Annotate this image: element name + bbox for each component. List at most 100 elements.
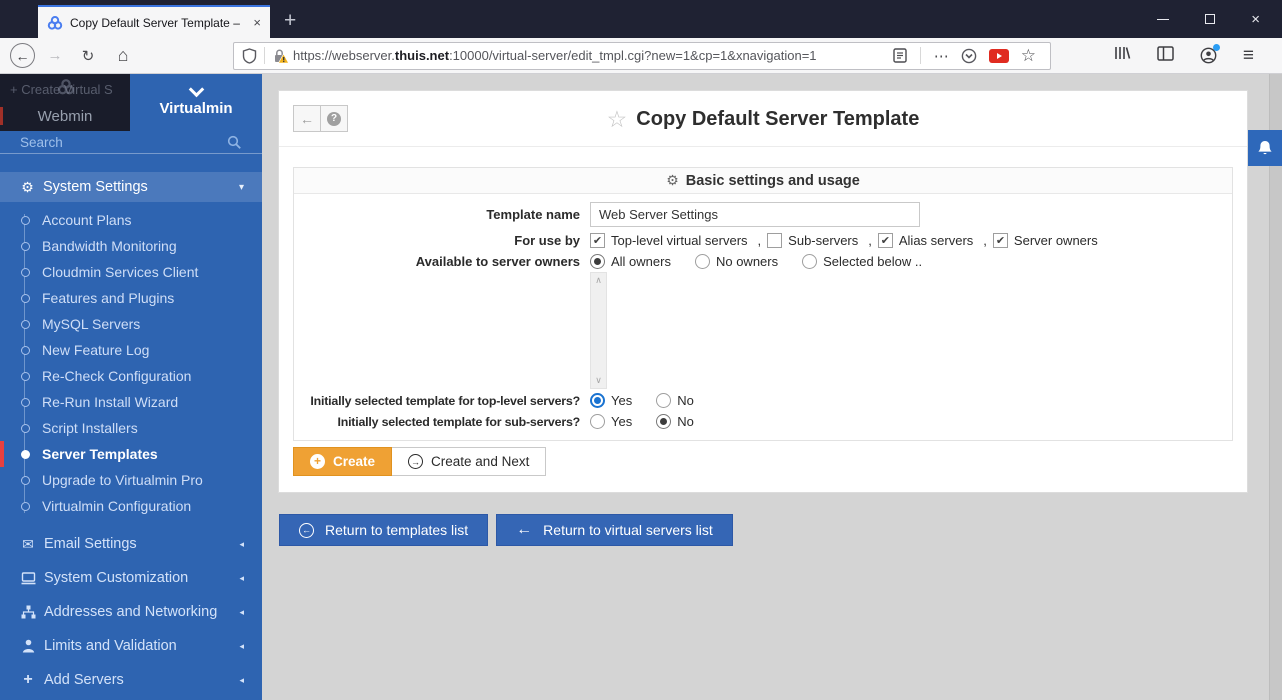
for-use-by-label: For use by — [514, 233, 580, 248]
browser-toolbar: ← → ↻ ⌂ https://webserver.thuis.net:1000… — [0, 38, 1282, 74]
sidebar-item-recheck-configuration[interactable]: Re-Check Configuration — [0, 363, 262, 389]
browser-tab[interactable]: Copy Default Server Template – × — [38, 5, 270, 38]
checkbox-top-level-virtual-servers[interactable]: ✔ Top-level virtual servers — [590, 233, 748, 248]
account-icon[interactable] — [1200, 44, 1220, 64]
checkbox-server-owners[interactable]: ✔ Server owners — [992, 233, 1098, 248]
reader-view-icon[interactable] — [893, 48, 907, 63]
sidebar-item-bandwidth-monitoring[interactable]: Bandwidth Monitoring — [0, 233, 262, 259]
new-tab-button[interactable]: + — [284, 10, 296, 31]
return-to-templates-button[interactable]: ← Return to templates list — [279, 514, 489, 546]
home-button[interactable]: ⌂ — [109, 45, 137, 66]
basic-settings-section: ⚙ Basic settings and usage Template name… — [293, 167, 1233, 441]
section-label: System Settings — [43, 179, 148, 195]
forward-button[interactable]: → — [43, 47, 67, 64]
sidebar-item-mysql-servers[interactable]: MySQL Servers — [0, 311, 262, 337]
sidebar-item-server-templates[interactable]: Server Templates — [0, 441, 262, 467]
favorite-star-icon[interactable]: ☆ — [607, 106, 628, 133]
scroll-down-icon[interactable]: ∨ — [595, 376, 602, 385]
radio-top-level-no[interactable]: No — [656, 393, 694, 408]
template-name-input[interactable] — [590, 201, 920, 227]
for-use-by-row: For use by ✔ Top-level virtual servers , … — [294, 230, 1232, 251]
sidebar-item-email-settings[interactable]: ✉ Email Settings ◂ — [0, 527, 262, 561]
tab-close-icon[interactable]: × — [253, 15, 261, 30]
sidebar-item-cloudmin-services-client[interactable]: Cloudmin Services Client — [0, 259, 262, 285]
sidebar-search[interactable]: Search — [0, 131, 262, 154]
item-label: Bandwidth Monitoring — [42, 238, 177, 254]
page-title-text: Copy Default Server Template — [636, 107, 920, 130]
sidebar-item-add-servers[interactable]: + Add Servers ◂ — [0, 663, 262, 697]
url-bar[interactable]: https://webserver.thuis.net:10000/virtua… — [233, 41, 1051, 70]
owners-listbox-scrollbar[interactable]: ∧ ∨ — [590, 272, 607, 389]
radio-sub-no[interactable]: No — [656, 414, 694, 429]
menu-icon[interactable]: ≡ — [1243, 45, 1254, 67]
close-button[interactable]: × — [1251, 12, 1260, 27]
back-page-button[interactable]: ← — [293, 105, 321, 132]
help-button[interactable]: ? — [320, 105, 348, 132]
return-to-virtual-servers-button[interactable]: ← Return to virtual servers list — [496, 514, 733, 546]
sidebar-item-rerun-install-wizard[interactable]: Re-Run Install Wizard — [0, 389, 262, 415]
create-next-button-label: Create and Next — [431, 454, 530, 469]
youtube-icon[interactable] — [988, 48, 1009, 63]
reload-button[interactable]: ↻ — [75, 47, 101, 65]
sidebar-item-account-plans[interactable]: Account Plans — [0, 207, 262, 233]
sidebar-item-script-installers[interactable]: Script Installers — [0, 415, 262, 441]
sidebar-item-virtualmin-configuration[interactable]: Virtualmin Configuration — [0, 493, 262, 519]
minimize-button[interactable] — [1157, 18, 1170, 20]
lock-warning-icon[interactable] — [272, 48, 289, 64]
initial-top-level-label: Initially selected template for top-leve… — [310, 393, 580, 408]
browser-window: Copy Default Server Template – × + × ← →… — [0, 0, 1282, 700]
sidebar-item-new-feature-log[interactable]: New Feature Log — [0, 337, 262, 363]
radio-top-level-yes[interactable]: Yes — [590, 393, 632, 408]
webmin-tab[interactable]: + Create Virtual S Webmin — [0, 74, 130, 131]
item-label: Virtualmin Configuration — [42, 498, 192, 514]
arrow-right-circle-icon: → — [408, 454, 424, 469]
item-label: Server Templates — [42, 446, 158, 462]
option-label: Alias servers — [898, 233, 974, 248]
urlbar-separator — [264, 47, 265, 64]
sidebar-item-upgrade-to-virtualmin-pro[interactable]: Upgrade to Virtualmin Pro — [0, 467, 262, 493]
radio-all-owners[interactable]: All owners — [590, 254, 671, 269]
sidebar-item-limits-and-validation[interactable]: Limits and Validation ◂ — [0, 629, 262, 663]
back-button[interactable]: ← — [10, 43, 35, 68]
initial-top-level-row: Initially selected template for top-leve… — [294, 390, 1232, 411]
library-icon[interactable] — [1113, 45, 1131, 66]
search-placeholder: Search — [20, 134, 63, 150]
virtualmin-tab-label: Virtualmin — [159, 100, 233, 117]
option-label: Top-level virtual servers — [611, 233, 748, 248]
virtualmin-tab[interactable]: Virtualmin — [130, 74, 262, 131]
caret-left-icon: ◂ — [239, 538, 244, 549]
item-label: Re-Run Install Wizard — [42, 394, 179, 410]
option-label: Sub-servers — [788, 233, 859, 248]
bookmark-star-icon[interactable]: ☆ — [1021, 46, 1036, 66]
radio-no-owners[interactable]: No owners — [694, 254, 778, 269]
create-and-next-button[interactable]: → Create and Next — [392, 447, 547, 476]
checkbox-sub-servers[interactable]: Sub-servers — [767, 233, 858, 248]
sidebar-item-system-settings[interactable]: ⚙ System Settings ▾ — [0, 172, 262, 202]
sidebar-item-features-and-plugins[interactable]: Features and Plugins — [0, 285, 262, 311]
checkbox-alias-servers[interactable]: ✔ Alias servers — [877, 233, 974, 248]
separator: , — [868, 233, 872, 248]
section-label: Limits and Validation — [44, 638, 177, 654]
maximize-button[interactable] — [1205, 14, 1216, 24]
section-label: Email Settings — [44, 536, 137, 552]
radio-selected-below[interactable]: Selected below .. — [802, 254, 922, 269]
user-icon — [20, 639, 36, 653]
option-label: All owners — [611, 254, 671, 269]
page-scrollbar[interactable] — [1269, 74, 1282, 700]
create-button[interactable]: + Create — [293, 447, 393, 476]
header-buttons: ← ? — [293, 105, 348, 132]
shield-icon[interactable] — [242, 47, 257, 64]
webmin-favicon-icon — [47, 15, 63, 30]
scroll-up-icon[interactable]: ∧ — [595, 276, 602, 285]
sidebar-item-system-customization[interactable]: System Customization ◂ — [0, 561, 262, 595]
notifications-tab[interactable] — [1248, 130, 1282, 166]
sidebar-item-addresses-and-networking[interactable]: Addresses and Networking ◂ — [0, 595, 262, 629]
page-actions-icon[interactable]: ⋯ — [934, 47, 949, 65]
caret-left-icon: ◂ — [239, 640, 244, 651]
create-button-label: Create — [333, 454, 376, 469]
system-settings-items: Account Plans Bandwidth Monitoring Cloud… — [0, 202, 262, 527]
pocket-icon[interactable] — [961, 48, 977, 64]
sidebar-toggle-icon[interactable] — [1157, 45, 1174, 66]
radio-sub-yes[interactable]: Yes — [590, 414, 632, 429]
available-label: Available to server owners — [415, 254, 580, 269]
